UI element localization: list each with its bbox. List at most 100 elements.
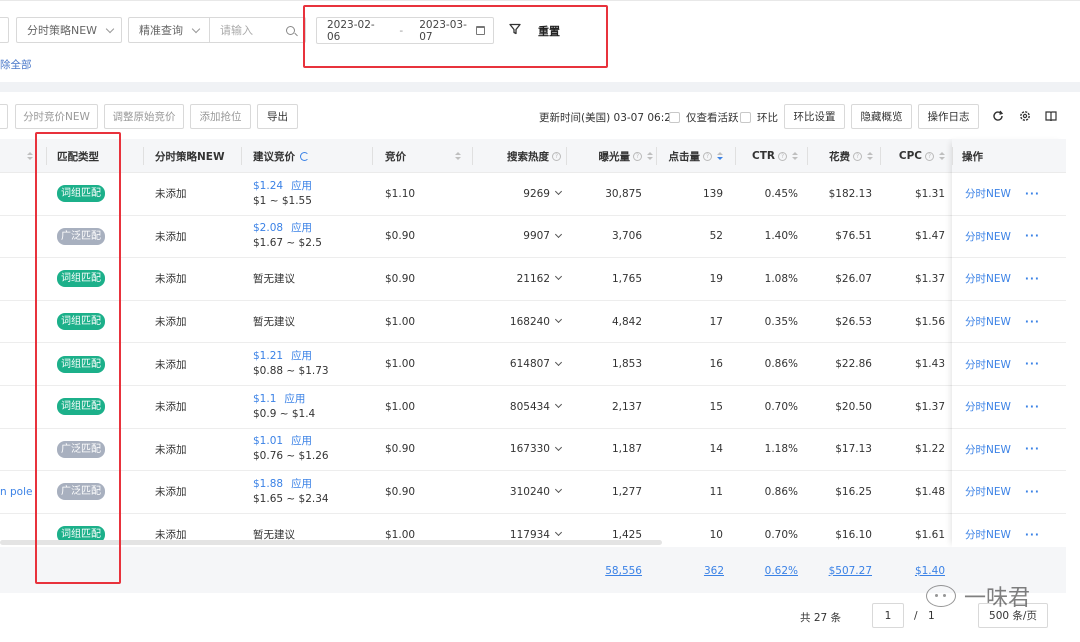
more-icon[interactable]: ··· bbox=[1025, 486, 1040, 498]
help-icon[interactable]: ? bbox=[703, 151, 712, 161]
apply-link[interactable]: 应用 bbox=[284, 393, 305, 405]
search-heat-cell[interactable]: 9907 bbox=[480, 216, 563, 258]
book-icon[interactable] bbox=[1044, 109, 1058, 123]
bid-value[interactable]: $1.10 bbox=[385, 188, 415, 200]
timebid-action-link[interactable]: 分时NEW bbox=[965, 314, 1011, 329]
suggested-bid-value[interactable]: $1.21 bbox=[253, 350, 283, 362]
bid-value[interactable]: $1.00 bbox=[385, 529, 415, 541]
hide-overview-button[interactable]: 隐藏概览 bbox=[851, 104, 912, 129]
timebid-action-link[interactable]: 分时NEW bbox=[965, 186, 1011, 201]
bid-cell[interactable]: $0.90 bbox=[385, 216, 465, 258]
chevron-down-icon[interactable] bbox=[554, 188, 563, 196]
sort-icon-active[interactable] bbox=[717, 152, 723, 160]
suggested-bid-value[interactable]: $1.88 bbox=[253, 478, 283, 490]
timebid-action-link[interactable]: 分时NEW bbox=[965, 399, 1011, 414]
adjust-bid-button[interactable]: 调整原始竞价 bbox=[104, 104, 184, 129]
summary-spend[interactable]: $507.27 bbox=[828, 565, 872, 577]
search-heat-cell[interactable]: 805434 bbox=[480, 386, 563, 428]
column-divider[interactable] bbox=[566, 147, 567, 165]
help-icon[interactable]: ? bbox=[853, 151, 862, 161]
bid-cell[interactable]: $0.90 bbox=[385, 429, 465, 471]
help-icon[interactable]: ? bbox=[778, 151, 787, 161]
bid-value[interactable]: $0.90 bbox=[385, 230, 415, 242]
suggested-bid-value[interactable]: $1.1 bbox=[253, 393, 276, 405]
search-input[interactable]: 请输入 bbox=[210, 18, 305, 42]
more-icon[interactable]: ··· bbox=[1025, 358, 1040, 370]
column-divider[interactable] bbox=[472, 147, 473, 165]
more-icon[interactable]: ··· bbox=[1025, 273, 1040, 285]
refresh-icon[interactable] bbox=[991, 109, 1005, 123]
help-icon[interactable]: ? bbox=[552, 151, 561, 161]
more-icon[interactable]: ··· bbox=[1025, 316, 1040, 328]
refresh-suggestion-icon[interactable] bbox=[300, 151, 309, 161]
bid-value[interactable]: $1.00 bbox=[385, 401, 415, 413]
column-divider[interactable] bbox=[880, 147, 881, 165]
sort-icon[interactable] bbox=[939, 152, 945, 160]
apply-link[interactable]: 应用 bbox=[291, 435, 312, 447]
suggested-bid-value[interactable]: $1.01 bbox=[253, 435, 283, 447]
timebid-action-link[interactable]: 分时NEW bbox=[965, 229, 1011, 244]
operation-log-button[interactable]: 操作日志 bbox=[918, 104, 979, 129]
chevron-down-icon[interactable] bbox=[554, 273, 563, 281]
mom-settings-button[interactable]: 环比设置 bbox=[784, 104, 845, 129]
chevron-down-icon[interactable] bbox=[554, 401, 563, 409]
timebid-action-link[interactable]: 分时NEW bbox=[965, 357, 1011, 372]
chevron-down-icon[interactable] bbox=[554, 316, 563, 324]
timebid-action-link[interactable]: 分时NEW bbox=[965, 442, 1011, 457]
chevron-down-icon[interactable] bbox=[554, 443, 563, 451]
more-icon[interactable]: ··· bbox=[1025, 443, 1040, 455]
search-heat-cell[interactable]: 167330 bbox=[480, 429, 563, 471]
chevron-down-icon[interactable] bbox=[554, 486, 563, 494]
sort-icon[interactable] bbox=[867, 152, 873, 160]
search-heat-cell[interactable]: 614807 bbox=[480, 343, 563, 385]
chevron-down-icon[interactable] bbox=[554, 230, 563, 238]
bid-cell[interactable]: $1.10 bbox=[385, 173, 465, 215]
help-icon[interactable]: ? bbox=[925, 151, 934, 161]
sort-icon[interactable] bbox=[455, 152, 461, 160]
bid-cell[interactable]: $1.00 bbox=[385, 386, 465, 428]
strategy-select[interactable]: 分时策略NEW bbox=[16, 17, 122, 43]
suggested-bid-value[interactable]: $2.08 bbox=[253, 222, 283, 234]
gear-icon[interactable] bbox=[1018, 109, 1032, 123]
export-button[interactable]: 导出 bbox=[257, 104, 298, 129]
bid-value[interactable]: $1.00 bbox=[385, 358, 415, 370]
summary-clicks[interactable]: 362 bbox=[690, 565, 724, 577]
more-icon[interactable]: ··· bbox=[1025, 529, 1040, 541]
chevron-down-icon[interactable] bbox=[554, 529, 563, 537]
bid-cell[interactable]: $0.90 bbox=[385, 258, 465, 300]
more-icon[interactable]: ··· bbox=[1025, 401, 1040, 413]
sort-icon[interactable] bbox=[27, 152, 33, 160]
timebid-button[interactable]: 分时竞价NEW bbox=[15, 104, 98, 129]
only-active-checkbox[interactable]: 仅查看活跃 bbox=[669, 110, 739, 125]
add-grab-button[interactable]: 添加抢位 bbox=[190, 104, 251, 129]
bid-cell[interactable]: $1.00 bbox=[385, 301, 465, 343]
sort-icon[interactable] bbox=[647, 152, 653, 160]
chevron-down-icon[interactable] bbox=[554, 358, 563, 366]
clear-all-link[interactable]: 除全部 bbox=[0, 57, 32, 72]
column-divider[interactable] bbox=[143, 147, 144, 165]
column-divider[interactable] bbox=[735, 147, 736, 165]
timebid-action-link[interactable]: 分时NEW bbox=[965, 484, 1011, 499]
timebid-action-link[interactable]: 分时NEW bbox=[965, 271, 1011, 286]
column-divider[interactable] bbox=[807, 147, 808, 165]
bid-value[interactable]: $0.90 bbox=[385, 443, 415, 455]
col-partial-sorter[interactable] bbox=[22, 139, 36, 173]
keyword-link[interactable]: n pole bbox=[0, 486, 32, 498]
search-icon[interactable] bbox=[286, 25, 295, 35]
search-heat-cell[interactable]: 21162 bbox=[480, 258, 563, 300]
bid-value[interactable]: $0.90 bbox=[385, 273, 415, 285]
search-heat-cell[interactable]: 168240 bbox=[480, 301, 563, 343]
search-heat-cell[interactable]: 310240 bbox=[480, 471, 563, 513]
bid-cell[interactable]: $0.90 bbox=[385, 471, 465, 513]
mom-checkbox[interactable]: 环比 bbox=[740, 110, 778, 125]
column-divider[interactable] bbox=[372, 147, 373, 165]
checkbox-box[interactable] bbox=[669, 112, 680, 123]
sort-icon[interactable] bbox=[792, 152, 798, 160]
column-divider[interactable] bbox=[241, 147, 242, 165]
timebid-action-link[interactable]: 分时NEW bbox=[965, 527, 1011, 542]
bid-cell[interactable]: $1.00 bbox=[385, 343, 465, 385]
checkbox-box[interactable] bbox=[740, 112, 751, 123]
page-input[interactable]: 1 bbox=[872, 603, 904, 628]
search-heat-cell[interactable]: 9269 bbox=[480, 173, 563, 215]
more-icon[interactable]: ··· bbox=[1025, 230, 1040, 242]
